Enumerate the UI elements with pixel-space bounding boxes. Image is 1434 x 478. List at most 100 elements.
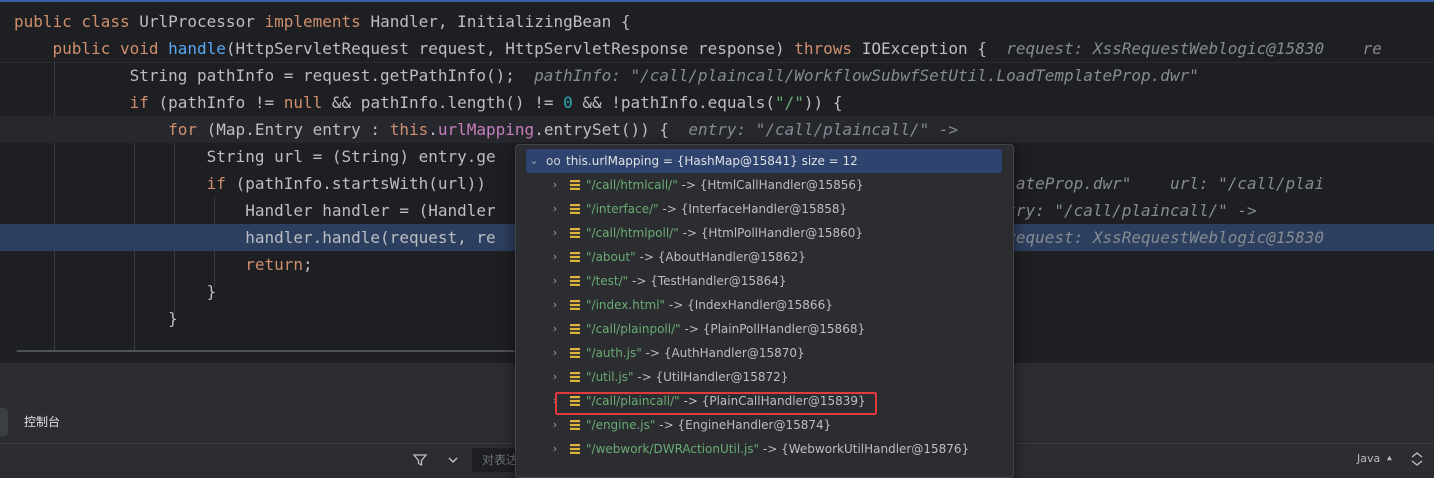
chevron-right-icon[interactable]: ›	[549, 245, 561, 269]
map-entry-row[interactable]: › "/about" -> {AboutHandler@15862}	[516, 245, 1013, 269]
chevron-right-icon[interactable]: ›	[549, 389, 561, 413]
code-token: && pathInfo.length() !=	[331, 93, 564, 112]
map-entry-row[interactable]: › "/index.html" -> {IndexHandler@15866}	[516, 293, 1013, 317]
map-entry-value: {EngineHandler@15874}	[677, 418, 832, 432]
map-entry-arrow: ->	[668, 298, 684, 312]
map-entry-key: "/auth.js"	[586, 346, 642, 360]
map-entry-row[interactable]: › "/webwork/DWRActionUtil.js" -> {Webwork…	[516, 437, 1013, 461]
map-entry-value: {InterfaceHandler@15858}	[680, 202, 848, 216]
chevron-right-icon[interactable]: ›	[549, 173, 561, 197]
debugger-value-popup[interactable]: ⌄ oo this.urlMapping = {HashMap@15841} s…	[515, 144, 1014, 478]
language-caret-icon[interactable]: ▲	[1387, 453, 1392, 462]
code-token: 0	[563, 93, 583, 112]
map-entry-key: "/about"	[586, 250, 636, 264]
map-entry-value: {HtmlCallHandler@15856}	[699, 178, 864, 192]
map-entry-row[interactable]: › "/call/htmlcall/" -> {HtmlCallHandler@1…	[516, 173, 1013, 197]
horizontal-scrollbar[interactable]	[16, 350, 516, 352]
chevron-right-icon[interactable]: ›	[549, 293, 561, 317]
map-entry-icon	[570, 396, 580, 406]
map-entry-value: {TestHandler@15864}	[650, 274, 787, 288]
code-line[interactable]: if (pathInfo != null && pathInfo.length(…	[0, 89, 1434, 116]
expand-icon[interactable]	[1410, 452, 1424, 466]
map-entry-key: "/engine.js"	[586, 418, 656, 432]
chevron-right-icon[interactable]: ›	[549, 365, 561, 389]
map-entry-arrow: ->	[637, 370, 652, 384]
map-entry-row[interactable]: › "/call/plaincall/" -> {PlainCallHandler…	[516, 389, 1013, 413]
chevron-down-icon[interactable]: ⌄	[528, 149, 540, 173]
code-token: throws	[794, 39, 862, 58]
map-entry-icon	[570, 300, 580, 310]
map-entry-row[interactable]: › "/engine.js" -> {EngineHandler@15874}	[516, 413, 1013, 437]
language-selector[interactable]: Java	[1357, 452, 1380, 465]
map-entry-arrow: ->	[684, 322, 699, 336]
editor-top-accent	[0, 0, 1434, 2]
map-entry-row[interactable]: › "/auth.js" -> {AuthHandler@15870}	[516, 341, 1013, 365]
chevron-right-icon[interactable]: ›	[549, 413, 561, 437]
map-entry-icon	[570, 444, 580, 454]
map-entry-row[interactable]: › "/test/" -> {TestHandler@15864}	[516, 269, 1013, 293]
code-token: this	[389, 120, 429, 139]
panel-tab-handle[interactable]	[0, 408, 8, 436]
chevron-right-icon[interactable]: ›	[549, 341, 561, 365]
code-token: UrlProcessor	[139, 12, 265, 31]
map-entry-icon	[570, 204, 580, 214]
map-entry-row[interactable]: › "/call/htmlpoll/" -> {HtmlPollHandler@1…	[516, 221, 1013, 245]
popup-root-row[interactable]: ⌄ oo this.urlMapping = {HashMap@15841} s…	[526, 149, 1002, 173]
map-entry-icon	[570, 180, 580, 190]
chevron-right-icon[interactable]: ›	[549, 437, 561, 461]
code-token: handle	[168, 39, 226, 58]
map-entry-row[interactable]: › "/call/plainpoll/" -> {PlainPollHandler…	[516, 317, 1013, 341]
map-entry-value: {WebworkUtilHandler@15876}	[781, 442, 970, 456]
code-token: public void	[52, 39, 169, 58]
inline-debug-value: pathInfo: "/call/plaincall/WorkflowSubwf…	[534, 66, 1199, 85]
chevron-right-icon[interactable]: ›	[549, 221, 561, 245]
map-entry-text: "/util.js" -> {UtilHandler@15872}	[586, 365, 788, 389]
map-entry-text: "/engine.js" -> {EngineHandler@15874}	[586, 413, 831, 437]
map-entry-text: "/call/plainpoll/" -> {PlainPollHandler@…	[586, 317, 865, 341]
map-entry-key: "/index.html"	[586, 298, 666, 312]
map-entry-value: {IndexHandler@15866}	[687, 298, 833, 312]
code-line[interactable]: public class UrlProcessor implements Han…	[0, 8, 1434, 35]
map-entry-icon	[570, 420, 580, 430]
code-token: String url = (String) entry.ge	[14, 147, 496, 166]
code-token: .entrySet()) {	[534, 120, 689, 139]
map-entry-text: "/webwork/DWRActionUtil.js" -> {WebworkU…	[586, 437, 969, 461]
chevron-right-icon[interactable]: ›	[549, 317, 561, 341]
map-entry-icon	[570, 372, 580, 382]
map-entry-key: "/test/"	[586, 274, 629, 288]
code-token: public class	[14, 12, 140, 31]
map-entry-text: "/call/htmlpoll/" -> {HtmlPollHandler@15…	[586, 221, 863, 245]
code-token: for	[168, 120, 207, 139]
map-entry-value: {HtmlPollHandler@15860}	[700, 226, 864, 240]
code-token: null	[283, 93, 332, 112]
code-token: }	[14, 282, 217, 301]
filter-icon[interactable]	[412, 452, 428, 468]
map-entry-key: "/call/plaincall/"	[586, 394, 680, 408]
map-entry-row[interactable]: › "/interface/" -> {InterfaceHandler@1585…	[516, 197, 1013, 221]
map-entry-row[interactable]: › "/util.js" -> {UtilHandler@15872}	[516, 365, 1013, 389]
watch-glasses-icon: oo	[546, 154, 561, 168]
code-token: (HttpServletRequest request, HttpServlet…	[225, 39, 795, 58]
map-entry-arrow: ->	[762, 442, 778, 456]
tab-console[interactable]: 控制台	[24, 413, 60, 430]
map-entry-value: {AuthHandler@15870}	[663, 346, 805, 360]
map-entry-key: "/call/htmlcall/"	[586, 178, 678, 192]
code-line[interactable]: public void handle(HttpServletRequest re…	[0, 35, 1434, 62]
code-token: (pathInfo !=	[158, 93, 284, 112]
chevron-down-icon[interactable]	[445, 452, 461, 468]
chevron-right-icon[interactable]: ›	[549, 197, 561, 221]
map-entry-arrow: ->	[683, 394, 698, 408]
code-token: String pathInfo = request.getPathInfo();	[14, 66, 535, 85]
inline-debug-value: request: XssRequestWeblogic@15830 re	[1006, 39, 1382, 58]
code-line[interactable]: String pathInfo = request.getPathInfo();…	[0, 62, 1434, 89]
code-token: }	[14, 309, 178, 328]
map-entry-key: "/call/htmlpoll/"	[586, 226, 679, 240]
code-line[interactable]: for (Map.Entry entry : this.urlMapping.e…	[0, 116, 1434, 143]
code-token: IOException {	[861, 39, 1007, 58]
code-token: implements	[264, 12, 371, 31]
chevron-right-icon[interactable]: ›	[549, 269, 561, 293]
map-entry-arrow: ->	[659, 418, 674, 432]
map-entry-icon	[570, 252, 580, 262]
